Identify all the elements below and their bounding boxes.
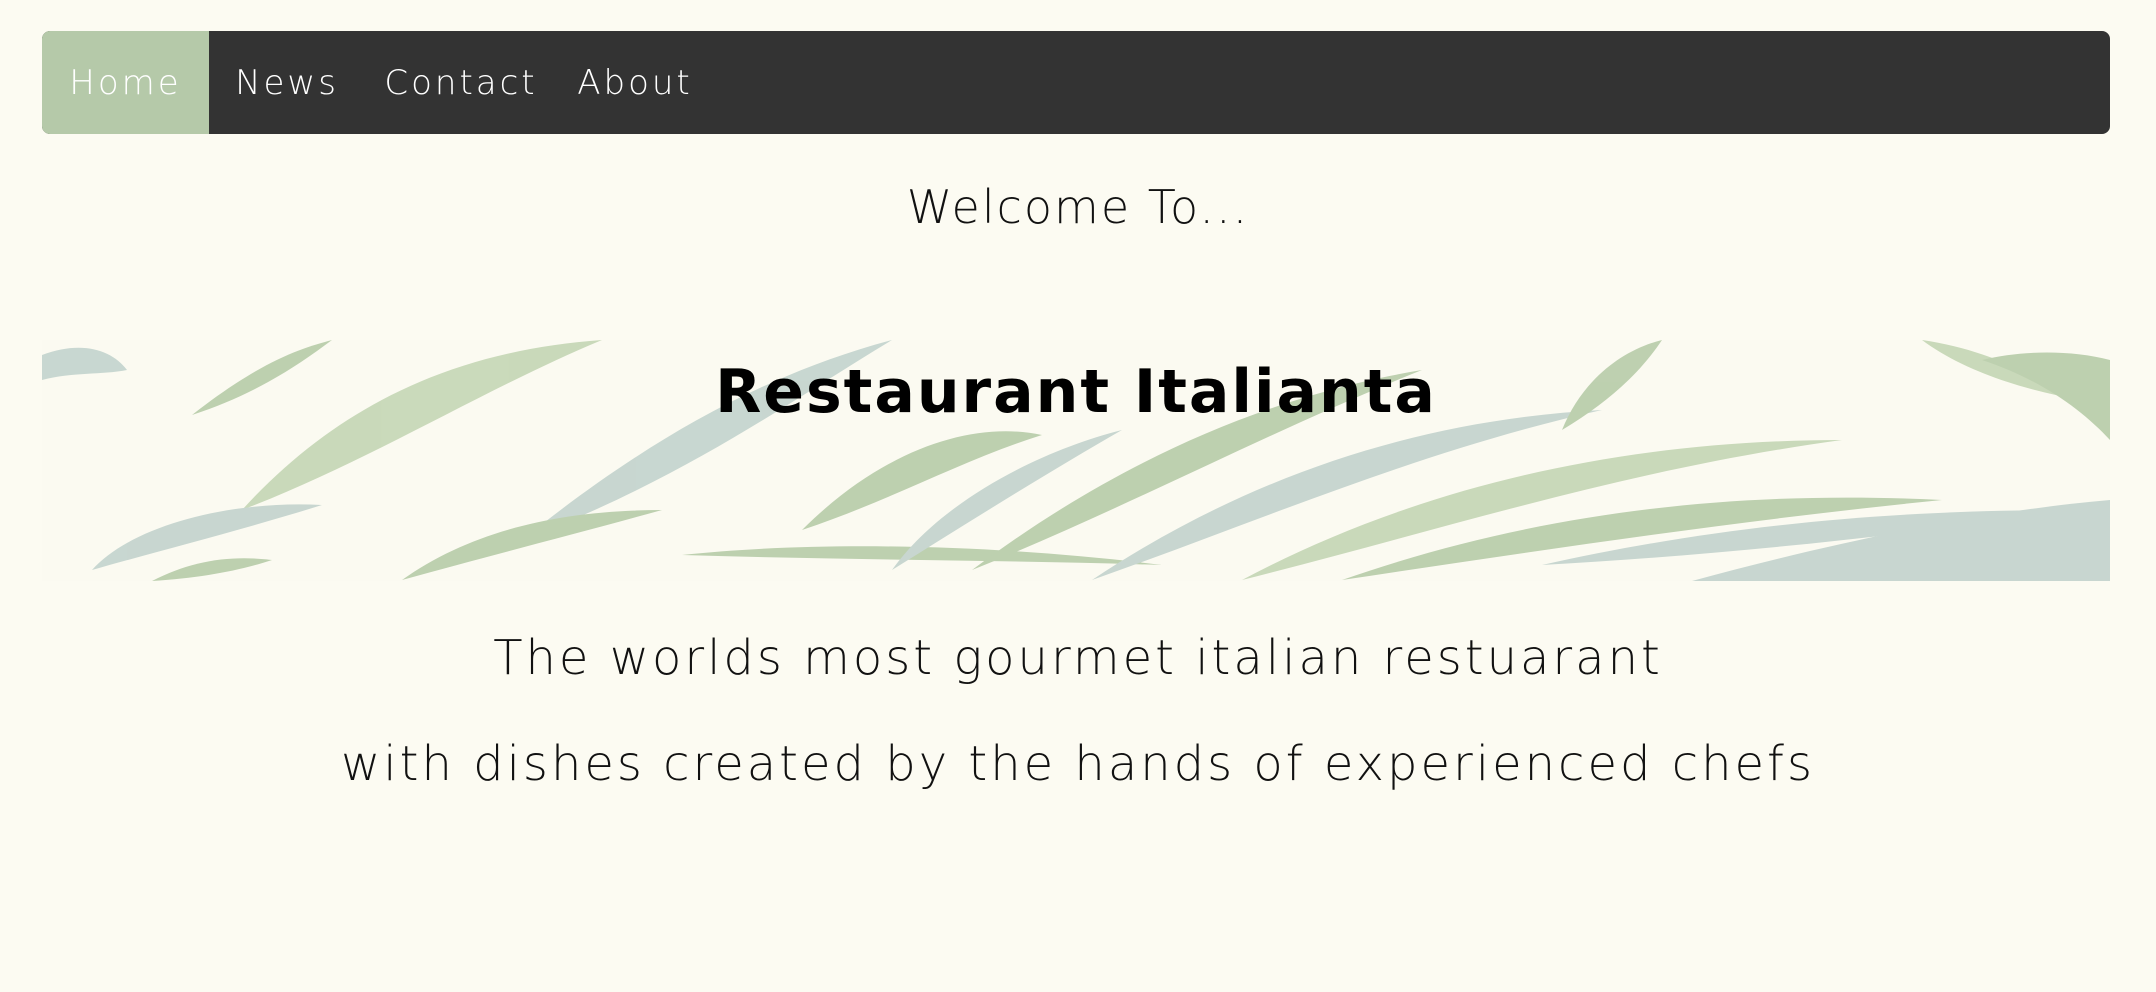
nav-item-contact[interactable]: Contact [365,31,557,134]
nav-item-about[interactable]: About [557,31,713,134]
tagline-line-2: with dishes created by the hands of expe… [341,736,1815,792]
welcome-heading: Welcome To... [906,180,1250,234]
nav-item-home[interactable]: Home [42,31,209,134]
tagline-line-1: The worlds most gourmet italian restuara… [493,630,1663,686]
top-navbar: Home News Contact About [42,31,2110,134]
nav-item-news[interactable]: News [209,31,365,134]
restaurant-title: Restaurant Italianta [715,357,1437,427]
hero-banner: Restaurant Italianta [42,340,2110,581]
